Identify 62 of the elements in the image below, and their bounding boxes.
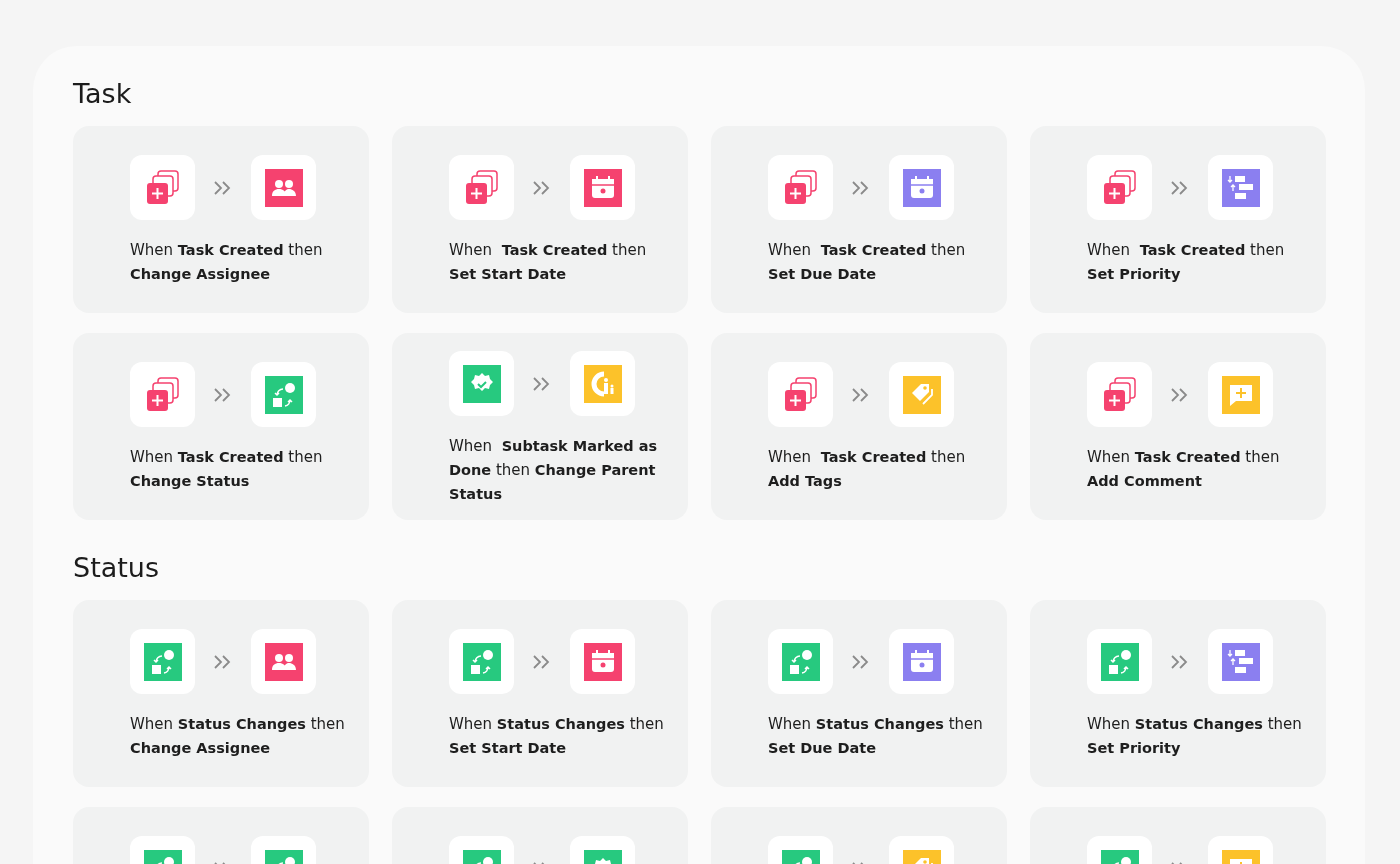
automation-card[interactable]: When Task Created then Set Due Date bbox=[711, 126, 1007, 313]
calendar-icon bbox=[902, 642, 941, 681]
status-change-icon bbox=[143, 642, 182, 681]
calendar-icon bbox=[583, 168, 622, 207]
status-change-icon bbox=[264, 375, 303, 414]
stacked-pages-plus-icon bbox=[782, 169, 819, 206]
automation-description: When Status Changes then Set Due Date bbox=[768, 714, 984, 758]
automation-description: When Task Created then Add Tags bbox=[768, 447, 967, 491]
people-icon bbox=[264, 168, 303, 207]
status-change-icon bbox=[1100, 642, 1139, 681]
automation-description: When Task Created then Change Status bbox=[130, 447, 324, 491]
double-chevron-icon bbox=[1170, 653, 1190, 670]
double-chevron-icon bbox=[213, 179, 233, 196]
automation-description: When Task Created then Set Priority bbox=[1087, 240, 1286, 284]
double-chevron-icon bbox=[213, 653, 233, 670]
calendar-icon bbox=[583, 642, 622, 681]
automation-card[interactable]: When Task Created then Set Priority bbox=[1030, 126, 1326, 313]
automation-card[interactable]: When Status Changes then Set Start Date bbox=[392, 600, 688, 787]
status-change-icon bbox=[462, 642, 501, 681]
status-change-icon bbox=[781, 642, 820, 681]
automation-card[interactable]: When Status Changes then Change Assignee bbox=[73, 600, 369, 787]
comment-plus-icon bbox=[1221, 375, 1260, 414]
automation-description: When Task Created then Set Due Date bbox=[768, 240, 967, 284]
double-chevron-icon bbox=[851, 179, 871, 196]
automation-card[interactable]: When Task Created then Add Comment bbox=[1030, 333, 1326, 520]
automation-card[interactable]: When Task Created then Change Assignee bbox=[73, 126, 369, 313]
double-chevron-icon bbox=[213, 386, 233, 403]
stacked-pages-plus-icon bbox=[782, 376, 819, 413]
stacked-pages-plus-icon bbox=[1101, 169, 1138, 206]
stacked-pages-plus-icon bbox=[1101, 376, 1138, 413]
double-chevron-icon bbox=[1170, 179, 1190, 196]
double-chevron-icon bbox=[851, 653, 871, 670]
double-chevron-icon bbox=[532, 653, 552, 670]
automation-description: When Subtask Marked as Done then Change Parent Status bbox=[449, 436, 659, 504]
double-chevron-icon bbox=[532, 179, 552, 196]
priority-bars-icon bbox=[1221, 168, 1260, 207]
priority-bars-icon bbox=[1221, 642, 1260, 681]
automation-card[interactable]: When Task Created then Set Start Date bbox=[392, 126, 688, 313]
people-icon bbox=[264, 642, 303, 681]
check-badge-icon bbox=[462, 364, 501, 403]
automation-description: When Task Created then Add Comment bbox=[1087, 447, 1281, 491]
automation-description: When Status Changes then Set Priority bbox=[1087, 714, 1303, 758]
calendar-icon bbox=[902, 168, 941, 207]
automation-description: When Task Created then Set Start Date bbox=[449, 240, 648, 284]
automation-description: When Status Changes then Set Start Date bbox=[449, 714, 665, 758]
automation-description: When Status Changes then Change Assignee bbox=[130, 714, 346, 758]
automation-card[interactable]: When Status Changes then Set Priority bbox=[1030, 600, 1326, 787]
double-chevron-icon bbox=[532, 375, 552, 392]
section-heading: Status bbox=[73, 551, 161, 585]
automation-description: When Task Created then Change Assignee bbox=[130, 240, 324, 284]
automation-card[interactable]: When Status Changes then Set Due Date bbox=[711, 600, 1007, 787]
section-heading: Task bbox=[73, 77, 133, 111]
automation-card[interactable]: When Task Created then Add Tags bbox=[711, 333, 1007, 520]
automation-card[interactable]: When Subtask Marked as Done then Change Parent Status bbox=[392, 333, 688, 520]
double-chevron-icon bbox=[851, 386, 871, 403]
tags-icon bbox=[902, 375, 941, 414]
parent-child-icon bbox=[583, 364, 622, 403]
stacked-pages-plus-icon bbox=[144, 169, 181, 206]
stacked-pages-plus-icon bbox=[463, 169, 500, 206]
stacked-pages-plus-icon bbox=[144, 376, 181, 413]
automation-card[interactable]: When Task Created then Change Status bbox=[73, 333, 369, 520]
double-chevron-icon bbox=[1170, 386, 1190, 403]
